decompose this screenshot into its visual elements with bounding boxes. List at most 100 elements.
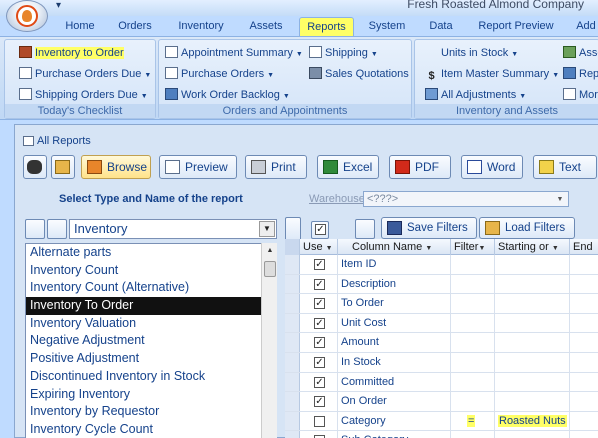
starting-cell[interactable] xyxy=(495,255,570,274)
filter-cell[interactable] xyxy=(451,333,495,353)
select-all-corner[interactable] xyxy=(285,239,300,255)
table-row[interactable]: ✓ Item ID xyxy=(285,255,598,275)
column-header-starting[interactable]: Starting or ▼ xyxy=(495,239,570,255)
end-cell[interactable] xyxy=(570,431,598,438)
pdf-button[interactable]: PDF xyxy=(389,155,451,179)
word-button[interactable]: Word xyxy=(461,155,523,179)
print-button[interactable]: Print xyxy=(245,155,307,179)
add-report-button[interactable] xyxy=(25,219,45,239)
end-cell[interactable] xyxy=(570,412,598,431)
end-cell[interactable] xyxy=(570,333,598,352)
filter-cell[interactable] xyxy=(451,392,495,412)
use-checkbox[interactable] xyxy=(314,415,325,427)
use-checkbox[interactable]: ✓ xyxy=(314,317,325,329)
starting-cell[interactable] xyxy=(495,333,570,353)
list-item[interactable]: Discontinued Inventory in Stock xyxy=(26,368,276,386)
appointment-summary-button[interactable]: Appointment Summary ▼ xyxy=(165,44,303,62)
list-item[interactable]: Inventory Count (Alternative) xyxy=(26,279,276,297)
save-filters-button[interactable]: Save Filters xyxy=(381,217,477,239)
excel-button[interactable]: Excel xyxy=(317,155,379,179)
folder-button[interactable] xyxy=(51,155,75,179)
office-button[interactable] xyxy=(6,0,48,32)
column-header-filter[interactable]: Filter▼ xyxy=(451,239,495,255)
binoculars-button[interactable] xyxy=(23,155,47,179)
filter-cell[interactable] xyxy=(451,353,495,372)
table-row[interactable]: ✓ Unit Cost xyxy=(285,313,598,334)
assets-button[interactable]: Asse xyxy=(563,44,598,62)
more-button[interactable]: Mor xyxy=(563,86,598,104)
purchase-orders-button[interactable]: Purchase Orders ▼ xyxy=(165,65,274,83)
warehouse-select[interactable]: <???> ▼ xyxy=(363,191,569,207)
end-cell[interactable] xyxy=(570,373,598,392)
end-cell[interactable] xyxy=(570,294,598,313)
starting-cell[interactable] xyxy=(495,431,570,438)
filter-cell[interactable]: = xyxy=(451,411,495,431)
end-cell[interactable] xyxy=(570,255,598,274)
use-checkbox[interactable]: ✓ xyxy=(314,278,325,290)
preview-button[interactable]: Preview xyxy=(159,155,237,179)
report-list-scrollbar[interactable]: ▲ xyxy=(261,243,277,438)
column-header-use[interactable]: Use ▼ xyxy=(300,239,338,255)
units-in-stock-button[interactable]: Units in Stock ▼ xyxy=(441,44,518,62)
end-cell[interactable] xyxy=(570,353,598,372)
inventory-to-order-button[interactable]: Inventory to Order xyxy=(19,44,124,62)
reports-button[interactable]: Rep xyxy=(563,65,598,83)
use-checkbox[interactable]: ✓ xyxy=(314,376,325,388)
clear-filters-button[interactable] xyxy=(355,219,375,239)
table-row[interactable]: Sub Category xyxy=(285,431,598,438)
shipping-orders-due-button[interactable]: Shipping Orders Due ▼ xyxy=(19,86,148,104)
end-cell[interactable] xyxy=(570,392,598,411)
starting-cell[interactable]: Roasted Nuts xyxy=(495,411,570,431)
filter-cell[interactable] xyxy=(451,294,495,314)
table-row[interactable]: ✓ Amount xyxy=(285,333,598,353)
text-button[interactable]: Text xyxy=(533,155,597,179)
list-item[interactable]: Positive Adjustment xyxy=(26,350,276,368)
use-checkbox[interactable]: ✓ xyxy=(314,337,325,349)
tab-data[interactable]: Data xyxy=(426,17,456,36)
end-cell[interactable] xyxy=(570,314,598,333)
list-item[interactable]: Negative Adjustment xyxy=(26,332,276,350)
table-row[interactable]: Category = Roasted Nuts xyxy=(285,411,598,432)
scroll-up-icon[interactable]: ▲ xyxy=(263,244,277,258)
tools-button[interactable] xyxy=(47,219,67,239)
list-item[interactable]: Expiring Inventory xyxy=(26,386,276,404)
starting-cell[interactable] xyxy=(495,372,570,392)
tab-assets[interactable]: Assets xyxy=(246,17,286,36)
table-row[interactable]: ✓ To Order xyxy=(285,294,598,314)
table-row[interactable]: ✓ Description xyxy=(285,274,598,295)
tab-report-preview[interactable]: Report Preview xyxy=(476,17,556,36)
use-checkbox[interactable]: ✓ xyxy=(314,357,325,368)
filter-cell[interactable] xyxy=(451,313,495,333)
filter-cell[interactable] xyxy=(451,255,495,274)
end-cell[interactable] xyxy=(570,275,598,294)
list-item-selected[interactable]: Inventory To Order xyxy=(26,297,276,315)
column-header-name[interactable]: Column Name ▼ xyxy=(338,239,451,255)
use-checkbox[interactable]: ✓ xyxy=(314,396,325,408)
list-item[interactable]: Inventory Count xyxy=(26,262,276,280)
tab-add[interactable]: Add xyxy=(574,17,598,36)
list-item[interactable]: Inventory by Requestor xyxy=(26,403,276,421)
sales-quotations-button[interactable]: Sales Quotations xyxy=(309,65,409,83)
list-item[interactable]: Inventory Valuation xyxy=(26,315,276,333)
report-type-select[interactable]: Inventory ▼ xyxy=(69,219,277,239)
tab-home[interactable]: Home xyxy=(62,17,98,36)
table-row[interactable]: ✓ Committed xyxy=(285,372,598,393)
column-header-end[interactable]: End xyxy=(570,239,598,255)
starting-cell[interactable] xyxy=(495,313,570,333)
purchase-orders-due-button[interactable]: Purchase Orders Due ▼ xyxy=(19,65,151,83)
starting-cell[interactable] xyxy=(495,353,570,372)
filter-cell[interactable] xyxy=(451,431,495,438)
work-order-backlog-button[interactable]: Work Order Backlog ▼ xyxy=(165,86,290,104)
reorder-button[interactable] xyxy=(285,217,301,241)
item-master-summary-button[interactable]: $ Item Master Summary ▼ xyxy=(425,65,559,83)
table-row[interactable]: ✓ On Order xyxy=(285,392,598,412)
starting-cell[interactable] xyxy=(495,274,570,294)
quick-access-toolbar[interactable]: ▾ xyxy=(56,0,61,11)
tab-system[interactable]: System xyxy=(366,17,408,36)
tab-orders[interactable]: Orders xyxy=(114,17,156,36)
table-row[interactable]: ✓ In Stock xyxy=(285,353,598,373)
use-checkbox[interactable]: ✓ xyxy=(314,259,325,270)
starting-cell[interactable] xyxy=(495,294,570,314)
starting-cell[interactable] xyxy=(495,392,570,412)
filter-cell[interactable] xyxy=(451,274,495,294)
